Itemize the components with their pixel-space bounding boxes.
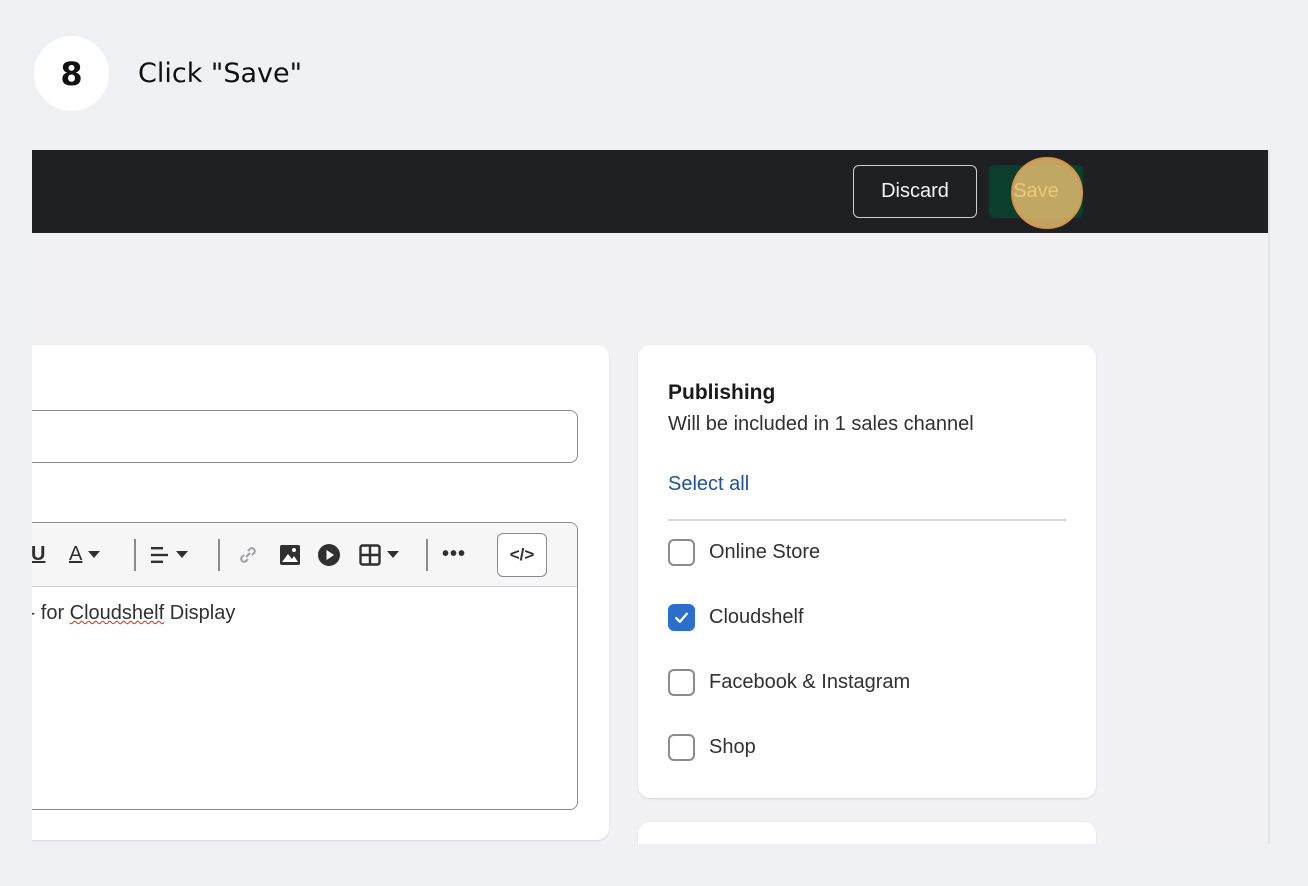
image-icon[interactable] — [279, 541, 301, 567]
editor-text-suffix: Display — [164, 602, 236, 624]
channel-checkbox[interactable] — [668, 669, 695, 696]
next-card-partial — [638, 822, 1096, 844]
channel-cloudshelf[interactable]: Cloudshelf — [668, 604, 804, 631]
channel-label: Shop — [709, 736, 756, 758]
video-icon[interactable] — [317, 541, 341, 567]
channel-checkbox[interactable] — [668, 539, 695, 566]
description-editor[interactable]: U A ••• </> for Cloudshelf Display — [32, 522, 578, 810]
top-action-bar: Discard Save — [32, 150, 1268, 233]
step-number-badge: 8 — [34, 36, 109, 111]
link-icon[interactable] — [237, 541, 259, 567]
select-all-link[interactable]: Select all — [668, 473, 749, 496]
channel-shop[interactable]: Shop — [668, 734, 756, 761]
table-icon[interactable] — [359, 541, 399, 567]
toolbar-divider — [426, 539, 428, 571]
editor-text-misspelled: Cloudshelf — [69, 602, 165, 624]
publishing-subtitle: Will be included in 1 sales channel — [668, 413, 974, 435]
discard-button[interactable]: Discard — [853, 165, 977, 218]
channel-label: Cloudshelf — [709, 606, 804, 628]
channel-facebook-instagram[interactable]: Facebook & Instagram — [668, 669, 910, 696]
publishing-card: Publishing Will be included in 1 sales c… — [638, 345, 1096, 798]
step-title: Click "Save" — [138, 58, 303, 89]
toolbar-divider — [218, 539, 220, 571]
text-color-icon[interactable]: A — [69, 541, 101, 567]
channel-checkbox[interactable] — [668, 604, 695, 631]
more-icon[interactable]: ••• — [442, 541, 466, 567]
save-button[interactable]: Save — [989, 165, 1083, 218]
editor-toolbar: U A ••• </> — [32, 523, 577, 587]
product-details-card: U A ••• </> for Cloudshelf Display — [32, 345, 609, 840]
editor-content: s - for Cloudshelf Display — [32, 602, 235, 625]
divider — [668, 519, 1066, 521]
channel-online-store[interactable]: Online Store — [668, 539, 820, 566]
checkmark-icon — [675, 612, 688, 623]
editor-text-prefix: s - for — [32, 602, 65, 624]
channel-label: Facebook & Instagram — [709, 671, 911, 693]
code-icon[interactable]: </> — [497, 533, 547, 577]
channel-checkbox[interactable] — [668, 734, 695, 761]
channel-label: Online Store — [709, 541, 821, 563]
title-input[interactable] — [32, 410, 578, 463]
align-icon[interactable] — [150, 541, 188, 567]
toolbar-divider — [134, 539, 136, 571]
publishing-title: Publishing — [668, 381, 776, 404]
step-number: 8 — [60, 54, 83, 93]
screenshot-frame: Discard Save U A ••• </> for Cloudshelf … — [32, 150, 1270, 844]
underline-icon[interactable]: U — [32, 541, 45, 567]
